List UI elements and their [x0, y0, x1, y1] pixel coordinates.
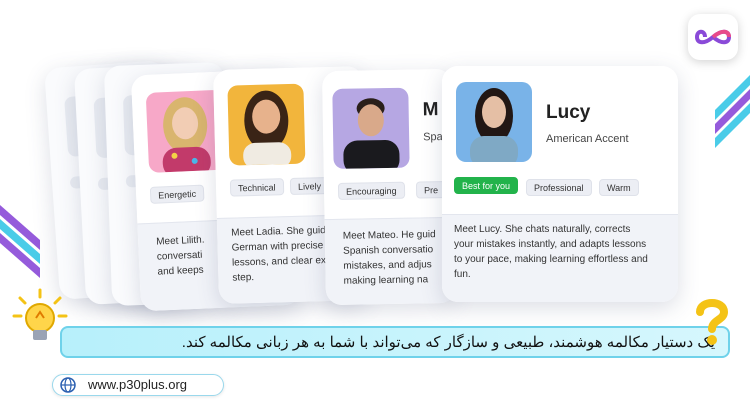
tutor-card-mateo[interactable]: M Spa Encouraging Pre Meet Mateo. He gui…	[321, 68, 457, 306]
tutor-portrait-lucy	[456, 82, 532, 162]
tutor-portrait-ladia	[227, 83, 306, 166]
infinity-icon	[695, 29, 731, 45]
tutor-card-lucy[interactable]: Lucy American Accent Best for you Profes…	[442, 66, 678, 302]
globe-icon	[60, 377, 76, 393]
feature-banner-text: یک دستیار مکالمه هوشمند، طبیعی و سازگار …	[181, 334, 715, 351]
question-mark-icon	[696, 299, 729, 345]
lightbulb-icon	[12, 288, 68, 340]
app-logo	[688, 14, 738, 60]
tutor-accent-lucy: American Accent	[546, 133, 629, 145]
website-url[interactable]: www.p30plus.org	[88, 377, 187, 392]
tag-professional: Professional	[526, 179, 592, 196]
tutor-description-lucy: Meet Lucy. She chats naturally, corrects…	[454, 224, 648, 280]
tutor-name-mateo: M	[422, 99, 439, 121]
tag-energetic: Energetic	[149, 184, 205, 204]
tag-technical: Technical	[229, 178, 284, 197]
tutor-name-lucy: Lucy	[546, 102, 591, 123]
tutor-portrait-mateo	[332, 87, 410, 169]
tutor-description-lilith: Meet Lilith. conversati and keeps	[155, 234, 205, 278]
tutor-description-ladia: Meet Ladia. She guid German with precise…	[231, 225, 332, 284]
tag-warm: Warm	[599, 179, 639, 196]
tutor-accent-mateo: Spa	[423, 131, 443, 144]
tag-encouraging: Encouraging	[337, 181, 405, 200]
tutor-description-mateo: Meet Mateo. He guid Spanish conversatio …	[342, 229, 436, 287]
tag-best-for-you: Best for you	[454, 177, 519, 194]
